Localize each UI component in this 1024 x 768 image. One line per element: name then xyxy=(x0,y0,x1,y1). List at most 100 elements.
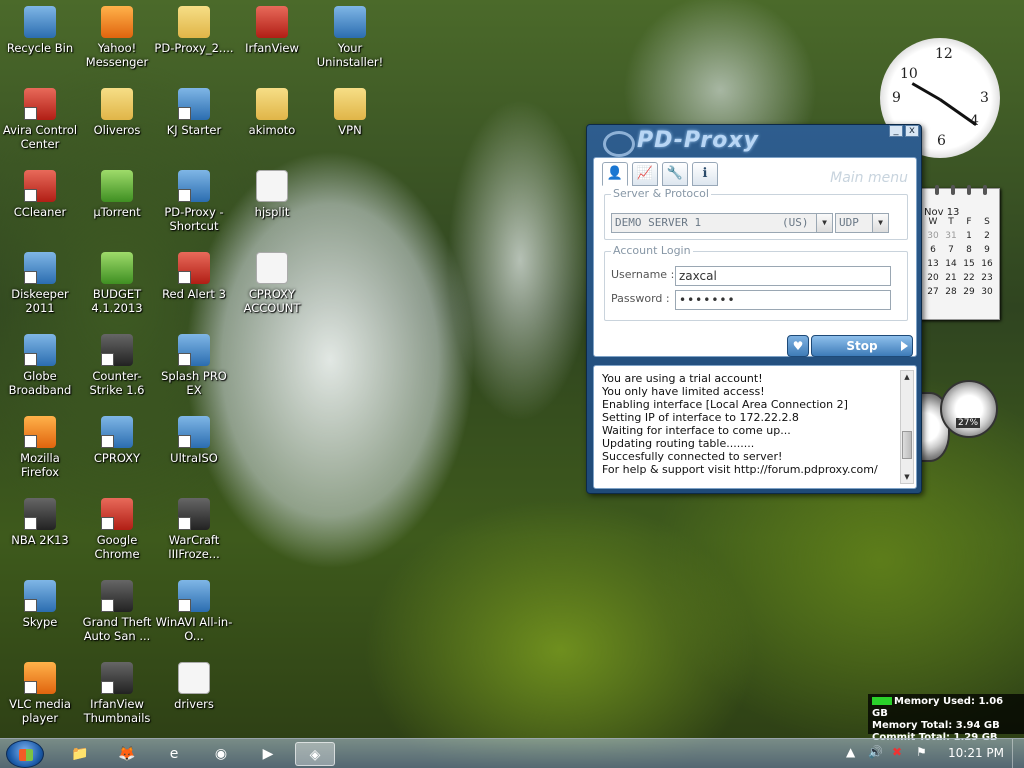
desktop-icon-irfanview[interactable]: IrfanView xyxy=(232,6,312,55)
close-button[interactable]: x xyxy=(905,125,919,137)
connection-log[interactable]: You are using a trial account! You only h… xyxy=(593,365,917,489)
calendar-day[interactable]: 27 xyxy=(924,285,942,299)
calendar-gadget[interactable]: Nov 13 W T F S 30 31 1 2 6 7 8 9 13 14 15 16 20 21 22 23 27 2… xyxy=(920,185,1000,320)
taskbar-app-media-player[interactable]: ▶ xyxy=(248,742,288,766)
scroll-thumb[interactable] xyxy=(902,431,912,459)
utorrent-icon xyxy=(101,170,133,202)
username-input[interactable]: zaxcal xyxy=(675,266,891,286)
desktop-icon-hjsplit[interactable]: hjsplit xyxy=(232,170,312,219)
desktop-icon-pd-proxy-2[interactable]: PD-Proxy_2.... xyxy=(154,6,234,55)
counter-strike-icon xyxy=(101,334,133,366)
scroll-up-icon[interactable]: ▲ xyxy=(901,371,913,383)
memory-gauge[interactable]: 27% xyxy=(940,380,998,438)
desktop-icon-yahoo-messenger[interactable]: Yahoo! Messenger xyxy=(77,6,157,69)
desktop-icon-mozilla-firefox[interactable]: Mozilla Firefox xyxy=(0,416,80,479)
stop-button[interactable]: Stop xyxy=(811,335,913,357)
desktop-icon-budget-4-1-2013[interactable]: BUDGET 4.1.2013 xyxy=(77,252,157,315)
desktop-icon-label: PD-Proxy_2.... xyxy=(154,41,234,55)
desktop-icon-label: UltraISO xyxy=(170,451,218,465)
taskbar-app-chrome-taskbar[interactable]: ◉ xyxy=(201,742,241,766)
tray-expand-icon[interactable]: ▲ xyxy=(846,745,855,759)
calendar-day[interactable]: 13 xyxy=(924,257,942,271)
desktop-icon-label: µTorrent xyxy=(93,205,141,219)
desktop-icon-cproxy[interactable]: CPROXY xyxy=(77,416,157,465)
start-button[interactable] xyxy=(6,740,44,768)
log-line: For help & support visit http://forum.pd… xyxy=(602,463,878,476)
desktop-icon-your-uninstaller[interactable]: Your Uninstaller! xyxy=(310,6,390,69)
desktop-icon-vpn[interactable]: VPN xyxy=(310,88,390,137)
tab-tools[interactable]: 🔧 xyxy=(662,162,688,186)
calendar-day[interactable]: 14 xyxy=(942,257,960,271)
volume-icon[interactable]: 🔊 xyxy=(868,745,883,759)
desktop-icon-drivers[interactable]: drivers xyxy=(154,662,234,711)
calendar-day[interactable]: 1 xyxy=(960,229,978,243)
tab-user[interactable]: 👤 xyxy=(602,162,628,186)
calendar-day[interactable]: 9 xyxy=(978,243,996,257)
taskbar-app-explorer[interactable]: 📁 xyxy=(60,742,100,766)
tab-monitor[interactable]: 📈 xyxy=(632,162,658,186)
desktop-icon-google-chrome[interactable]: Google Chrome xyxy=(77,498,157,561)
calendar-day[interactable]: 7 xyxy=(942,243,960,257)
desktop-icon-grand-theft-auto-san[interactable]: Grand Theft Auto San ... xyxy=(77,580,157,643)
window-title: PD-Proxy xyxy=(597,125,759,157)
desktop-icon-winavi-all-in-o[interactable]: WinAVI All-in-O... xyxy=(154,580,234,643)
calendar-day[interactable]: 16 xyxy=(978,257,996,271)
desktop-icon-vlc-media-player[interactable]: VLC media player xyxy=(0,662,80,725)
calendar-day[interactable]: 23 xyxy=(978,271,996,285)
calendar-day[interactable]: 30 xyxy=(978,285,996,299)
desktop-icon-ccleaner[interactable]: CCleaner xyxy=(0,170,80,219)
network-error-icon[interactable]: ✖ xyxy=(892,745,902,759)
taskbar-app-firefox-taskbar[interactable]: 🦊 xyxy=(107,742,147,766)
calendar-grid: W T F S 30 31 1 2 6 7 8 9 13 14 15 16 20 21 22 23 27 28 29 30 xyxy=(924,215,996,299)
desktop-icon-warcraft-iiifroze[interactable]: WarCraft IIIFroze... xyxy=(154,498,234,561)
protocol-select[interactable]: UDP ▼ xyxy=(835,213,889,233)
desktop-icon-irfanview-thumbnails[interactable]: IrfanView Thumbnails xyxy=(77,662,157,725)
password-input[interactable]: ••••••• xyxy=(675,290,891,310)
action-center-icon[interactable]: ⚑ xyxy=(916,745,927,759)
log-scrollbar[interactable]: ▲ ▼ xyxy=(900,370,914,484)
tab-info[interactable]: ℹ xyxy=(692,162,718,186)
calendar-day[interactable]: 30 xyxy=(924,229,942,243)
uninstaller-icon xyxy=(334,6,366,38)
server-value: DEMO SERVER 1 xyxy=(615,216,702,229)
taskbar-app-pdproxy-taskbar[interactable]: ◈ xyxy=(295,742,335,766)
desktop-icon-label: CPROXY ACCOUNT xyxy=(243,287,301,315)
pdproxy-window[interactable]: PD-Proxy _ x 👤 📈 🔧 ℹ Main menu Server & Pro… xyxy=(586,124,922,494)
desktop-icon-pd-proxy-shortcut[interactable]: PD-Proxy - Shortcut xyxy=(154,170,234,233)
desktop-icon-ultraiso[interactable]: UltraISO xyxy=(154,416,234,465)
desktop-icon-oliveros[interactable]: Oliveros xyxy=(77,88,157,137)
scroll-down-icon[interactable]: ▼ xyxy=(901,471,913,483)
calendar-day[interactable]: 20 xyxy=(924,271,942,285)
calendar-day[interactable]: 28 xyxy=(942,285,960,299)
desktop-icon-avira-control-center[interactable]: Avira Control Center xyxy=(0,88,80,151)
calendar-day[interactable]: 15 xyxy=(960,257,978,271)
desktop-icon-splash-pro-ex[interactable]: Splash PRO EX xyxy=(154,334,234,397)
desktop-icon-globe-broadband[interactable]: Globe Broadband xyxy=(0,334,80,397)
desktop-icon-torrent[interactable]: µTorrent xyxy=(77,170,157,219)
favorite-button[interactable]: ♥ xyxy=(787,335,809,357)
desktop-icon-counter-strike-1-6[interactable]: Counter-Strike 1.6 xyxy=(77,334,157,397)
pdproxy-taskbar-icon: ◈ xyxy=(309,747,321,763)
desktop-icon-akimoto[interactable]: akimoto xyxy=(232,88,312,137)
minimize-button[interactable]: _ xyxy=(889,125,903,137)
calendar-day[interactable]: 31 xyxy=(942,229,960,243)
server-select[interactable]: DEMO SERVER 1 (US) ▼ xyxy=(611,213,833,233)
desktop-icon-label: Diskeeper 2011 xyxy=(11,287,69,315)
calendar-day[interactable]: 2 xyxy=(978,229,996,243)
calendar-day[interactable]: 21 xyxy=(942,271,960,285)
desktop-icon-red-alert-3[interactable]: Red Alert 3 xyxy=(154,252,234,301)
desktop-icon-nba-2k13[interactable]: NBA 2K13 xyxy=(0,498,80,547)
calendar-day[interactable]: 6 xyxy=(924,243,942,257)
taskbar-clock[interactable]: 10:21 PM xyxy=(948,746,1004,760)
calendar-day[interactable]: 8 xyxy=(960,243,978,257)
chrome-icon xyxy=(101,498,133,530)
desktop-icon-diskeeper-2011[interactable]: Diskeeper 2011 xyxy=(0,252,80,315)
desktop-icon-skype[interactable]: Skype xyxy=(0,580,80,629)
taskbar-app-ie[interactable]: e xyxy=(154,742,194,766)
calendar-day[interactable]: 29 xyxy=(960,285,978,299)
desktop-icon-kj-starter[interactable]: KJ Starter xyxy=(154,88,234,137)
calendar-day[interactable]: 22 xyxy=(960,271,978,285)
show-desktop-button[interactable] xyxy=(1012,739,1024,768)
desktop-icon-cproxy-account[interactable]: CPROXY ACCOUNT xyxy=(232,252,312,315)
desktop-icon-recycle-bin[interactable]: Recycle Bin xyxy=(0,6,80,55)
